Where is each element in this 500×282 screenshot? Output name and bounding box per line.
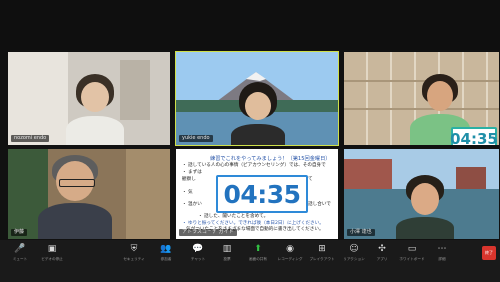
security-button[interactable]: ⛨ セキュリティ — [120, 244, 148, 262]
top-bar — [0, 0, 500, 50]
share-screen-button[interactable]: ⬆ 画面の共有 — [244, 244, 272, 262]
participant-name: アトラスコーチ ガイド — [179, 229, 237, 236]
whiteboard-button[interactable]: ▭ ホワイトボード — [398, 244, 426, 262]
participant-name: 小澤 達也 — [347, 229, 375, 236]
slide-line: ・ 温かい — [182, 202, 202, 207]
participants-button[interactable]: 👥 参加者 — [152, 244, 180, 262]
video-tile-1[interactable]: nozomi endo — [8, 52, 170, 145]
chat-button[interactable]: 💬 チャット — [184, 244, 212, 262]
breakout-rooms-button[interactable]: ⊞ ブレイクアウト — [308, 244, 336, 262]
mute-button[interactable]: 🎤 ミュート — [6, 244, 34, 262]
share-screen-icon: ⬆ — [254, 244, 262, 254]
video-tile-6[interactable]: 小澤 達也 — [344, 149, 499, 239]
stop-video-button[interactable]: ▣ ビデオの停止 — [38, 244, 66, 262]
participants-icon: 👥 — [160, 244, 172, 254]
participant-name: 伊藤 — [11, 229, 28, 236]
chat-icon: 💬 — [192, 244, 204, 254]
reactions-icon: ☺ — [349, 244, 359, 254]
record-icon: ◉ — [286, 244, 294, 254]
polls-icon: ▥ — [222, 244, 232, 254]
slide-line: ・ 話した、聞いたことを含めて。 — [198, 214, 269, 219]
timer-thumbnail: 04:35 — [450, 127, 498, 145]
more-button[interactable]: ⋯ 詳細 — [428, 244, 456, 262]
record-button[interactable]: ◉ レコーディング — [276, 244, 304, 262]
slide-line: ・ 気 — [182, 190, 193, 195]
more-icon: ⋯ — [437, 244, 447, 254]
microphone-icon: 🎤 — [14, 244, 26, 254]
security-icon: ⛨ — [130, 244, 138, 254]
whiteboard-icon: ▭ — [407, 244, 417, 254]
video-tile-5-shared-slide[interactable]: 練習でこれをやってみましょう！（第15回金曜日） ・ 話している人の心の事情（ピ… — [176, 149, 338, 239]
slide-line: ・ まずは — [182, 170, 202, 175]
polls-button[interactable]: ▥ 投票 — [213, 244, 241, 262]
meeting-toolbar: 🎤 ミュート ▣ ビデオの停止 ⛨ セキュリティ 👥 参加者 💬 チャット ▥ … — [0, 240, 500, 282]
video-tile-2-active-speaker[interactable]: yukie endo — [175, 51, 339, 146]
video-icon: ▣ — [47, 244, 57, 254]
slide-line: て — [308, 177, 313, 182]
reactions-button[interactable]: ☺ リアクション — [340, 244, 368, 262]
participant-name: nozomi endo — [11, 135, 50, 142]
end-meeting-button[interactable]: 終了 — [482, 246, 496, 260]
countdown-timer: 04:35 — [216, 175, 308, 213]
video-tile-4[interactable]: 伊藤 — [8, 149, 170, 239]
apps-button[interactable]: ✣ アプリ — [368, 244, 396, 262]
slide-line: ・ 話している人の心の事情（ピアカウンセリング）では、その自身で — [182, 163, 326, 168]
apps-icon: ✣ — [378, 244, 386, 254]
breakout-rooms-icon: ⊞ — [318, 244, 326, 254]
slide-line: 観察し — [182, 177, 196, 182]
slide-line: 話し合いで — [308, 202, 331, 207]
video-tile-3[interactable]: 04:35 — [344, 52, 499, 145]
participant-name: yukie endo — [179, 135, 213, 142]
slide-title: 練習でこれをやってみましょう！（第15回金曜日） — [210, 156, 331, 162]
